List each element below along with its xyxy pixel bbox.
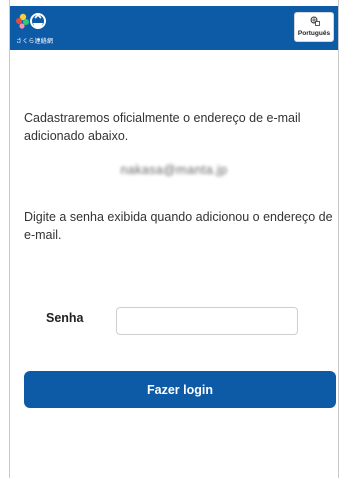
password-label: Senha bbox=[46, 311, 84, 325]
password-instruction: Digite a senha exibida quando adicionou … bbox=[24, 210, 333, 242]
app-header: さくら連絡網 Português bbox=[10, 6, 338, 50]
language-label: Português bbox=[297, 30, 331, 37]
email-address: nakasa@manta.jp bbox=[120, 163, 228, 177]
language-globe-icon bbox=[310, 16, 320, 26]
language-button[interactable]: Português bbox=[294, 12, 334, 42]
app-logo: さくら連絡網 bbox=[14, 10, 54, 46]
login-button[interactable]: Fazer login bbox=[24, 371, 336, 408]
logo-text: さくら連絡網 bbox=[16, 38, 54, 45]
password-input[interactable] bbox=[116, 307, 298, 335]
frame-border-right bbox=[338, 0, 339, 478]
frame-border-left bbox=[9, 0, 10, 478]
logo-icon bbox=[16, 13, 46, 29]
registration-message: Cadastraremos oficialmente o endereço de… bbox=[24, 111, 301, 143]
